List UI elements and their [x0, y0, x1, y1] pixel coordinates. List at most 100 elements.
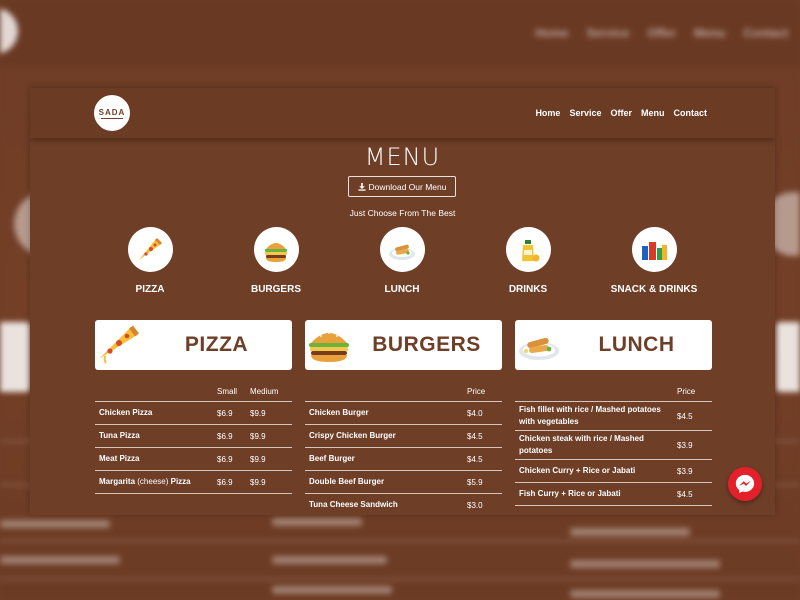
download-menu-label: Download Our Menu — [368, 181, 447, 192]
blurred-card — [0, 322, 30, 392]
item-name: Chicken steak with rice / Mashed potatoe… — [519, 434, 644, 455]
nav-home[interactable]: Home — [535, 108, 560, 118]
item-name: Chicken Pizza — [99, 408, 153, 417]
blurred-text — [570, 590, 720, 598]
blurred-text — [272, 556, 387, 564]
nav-links: Home Service Offer Menu Contact — [535, 108, 707, 118]
item-price-small: $6.9 — [217, 454, 233, 464]
burgers-section: BURGERS Price Chicken Burger $4.0 Crispy… — [305, 320, 502, 515]
table-row: Margarita (cheese) Pizza $6.9 $9.9 — [95, 471, 292, 494]
category-label: PIZZA — [135, 284, 165, 295]
pizza-title: PIZZA — [184, 333, 249, 356]
messenger-chat-button[interactable] — [728, 467, 762, 501]
navbar: SADA Home Service Offer Menu Contact — [30, 88, 775, 138]
blurred-text — [272, 518, 362, 526]
item-name-note: (cheese) — [137, 477, 169, 486]
item-name-tail: Pizza — [170, 477, 191, 486]
category-circle — [379, 227, 425, 272]
item-name: Fish fillet with rice / Mashed potatoes … — [519, 405, 661, 426]
lunch-table: Price Fish fillet with rice / Mashed pot… — [515, 382, 712, 506]
table-row: Chicken Curry + Rice or Jabati $3.9 — [515, 460, 712, 483]
menu-subtitle: Just Choose From The Best — [349, 208, 456, 218]
item-price-medium: $9.9 — [250, 477, 266, 487]
item-price-small: $6.9 — [217, 477, 233, 487]
item-price: $3.9 — [677, 440, 693, 450]
item-name: Chicken Burger — [309, 408, 369, 417]
category-pizza[interactable]: PIZZA — [100, 227, 200, 296]
item-price: $4.5 — [467, 454, 483, 464]
category-drinks[interactable]: DRINKS — [478, 227, 578, 296]
lunch-section: LUNCH Price Fish fillet with rice / Mash… — [515, 320, 712, 506]
blurred-text — [0, 556, 120, 564]
nav-service[interactable]: Service — [569, 108, 601, 118]
item-name: Margarita (cheese) Pizza — [95, 476, 217, 488]
item-price: $4.5 — [677, 411, 693, 421]
item-name: Beef Burger — [309, 454, 355, 463]
drinks-icon — [522, 239, 540, 261]
burger-icon — [265, 242, 287, 262]
column-medium: Medium — [250, 387, 279, 396]
item-name: Double Beef Burger — [309, 477, 385, 486]
blurred-nav-item: Offer — [647, 26, 676, 40]
category-circle — [127, 227, 173, 272]
menu-page: SADA Home Service Offer Menu Contact MEN… — [30, 88, 775, 515]
lunch-icon — [519, 337, 559, 360]
lunch-header-card: LUNCH — [515, 320, 712, 370]
category-circle — [253, 227, 299, 272]
column-price: Price — [677, 387, 696, 396]
nav-menu[interactable]: Menu — [641, 108, 665, 118]
category-lunch[interactable]: LUNCH — [352, 227, 452, 296]
pizza-table-header: Small Medium — [95, 382, 292, 402]
item-name: Fish Curry + Rice or Jabati — [519, 489, 621, 498]
blurred-nav-item: Contact — [743, 26, 788, 40]
item-price: $3.9 — [677, 466, 693, 476]
item-name: Tuna Pizza — [99, 431, 140, 440]
blurred-text — [0, 520, 110, 528]
lunch-title: LUNCH — [598, 333, 675, 356]
category-snack-drinks[interactable]: SNACK & DRINKS — [604, 227, 704, 296]
category-burgers[interactable]: BURGERS — [226, 227, 326, 296]
nav-offer[interactable]: Offer — [610, 108, 632, 118]
item-price-medium: $9.9 — [250, 454, 266, 464]
blurred-row — [0, 578, 800, 580]
messenger-icon — [735, 474, 755, 494]
snacks-icon — [642, 241, 667, 260]
item-price-small: $6.9 — [217, 408, 233, 418]
category-label: LUNCH — [384, 284, 420, 295]
item-name-main: Margarita — [99, 477, 136, 486]
column-small: Small — [217, 387, 238, 396]
item-name: Crispy Chicken Burger — [309, 431, 396, 440]
item-price-medium: $9.9 — [250, 408, 266, 418]
item-name: Tuna Cheese Sandwich — [309, 500, 398, 509]
blurred-nav: Home Service Offer Menu Contact — [535, 26, 788, 40]
logo-underline — [101, 117, 123, 119]
lunch-icon — [389, 244, 415, 260]
category-circle — [631, 227, 677, 272]
item-price-small: $6.9 — [217, 431, 233, 441]
item-name: Chicken Curry + Rice or Jabati — [519, 466, 636, 475]
burgers-table: Price Chicken Burger $4.0 Crispy Chicken… — [305, 382, 502, 515]
download-icon — [357, 182, 366, 191]
lunch-table-header: Price — [515, 382, 712, 402]
logo-text: SADA — [98, 107, 126, 117]
burger-icon — [309, 332, 349, 362]
sada-logo[interactable]: SADA — [94, 95, 130, 131]
burgers-title: BURGERS — [372, 333, 481, 356]
table-row: Chicken Burger $4.0 — [305, 402, 502, 425]
item-price: $4.0 — [467, 408, 483, 418]
download-menu-button[interactable]: Download Our Menu — [348, 176, 456, 197]
blurred-nav-item: Service — [586, 26, 630, 40]
blurred-text — [570, 528, 690, 536]
table-row: Double Beef Burger $5.9 — [305, 471, 502, 494]
burgers-header-card: BURGERS — [305, 320, 502, 370]
item-price-medium: $9.9 — [250, 431, 266, 441]
nav-contact[interactable]: Contact — [674, 108, 708, 118]
table-row: Fish fillet with rice / Mashed potatoes … — [515, 402, 712, 431]
category-label: BURGERS — [250, 284, 301, 295]
table-row: Tuna Pizza $6.9 $9.9 — [95, 425, 292, 448]
pizza-table: Small Medium Chicken Pizza $6.9 $9.9 Tun… — [95, 382, 292, 494]
item-price: $4.5 — [467, 431, 483, 441]
category-label: DRINKS — [508, 284, 548, 295]
item-name: Meat Pizza — [99, 454, 140, 463]
column-price: Price — [467, 387, 486, 396]
